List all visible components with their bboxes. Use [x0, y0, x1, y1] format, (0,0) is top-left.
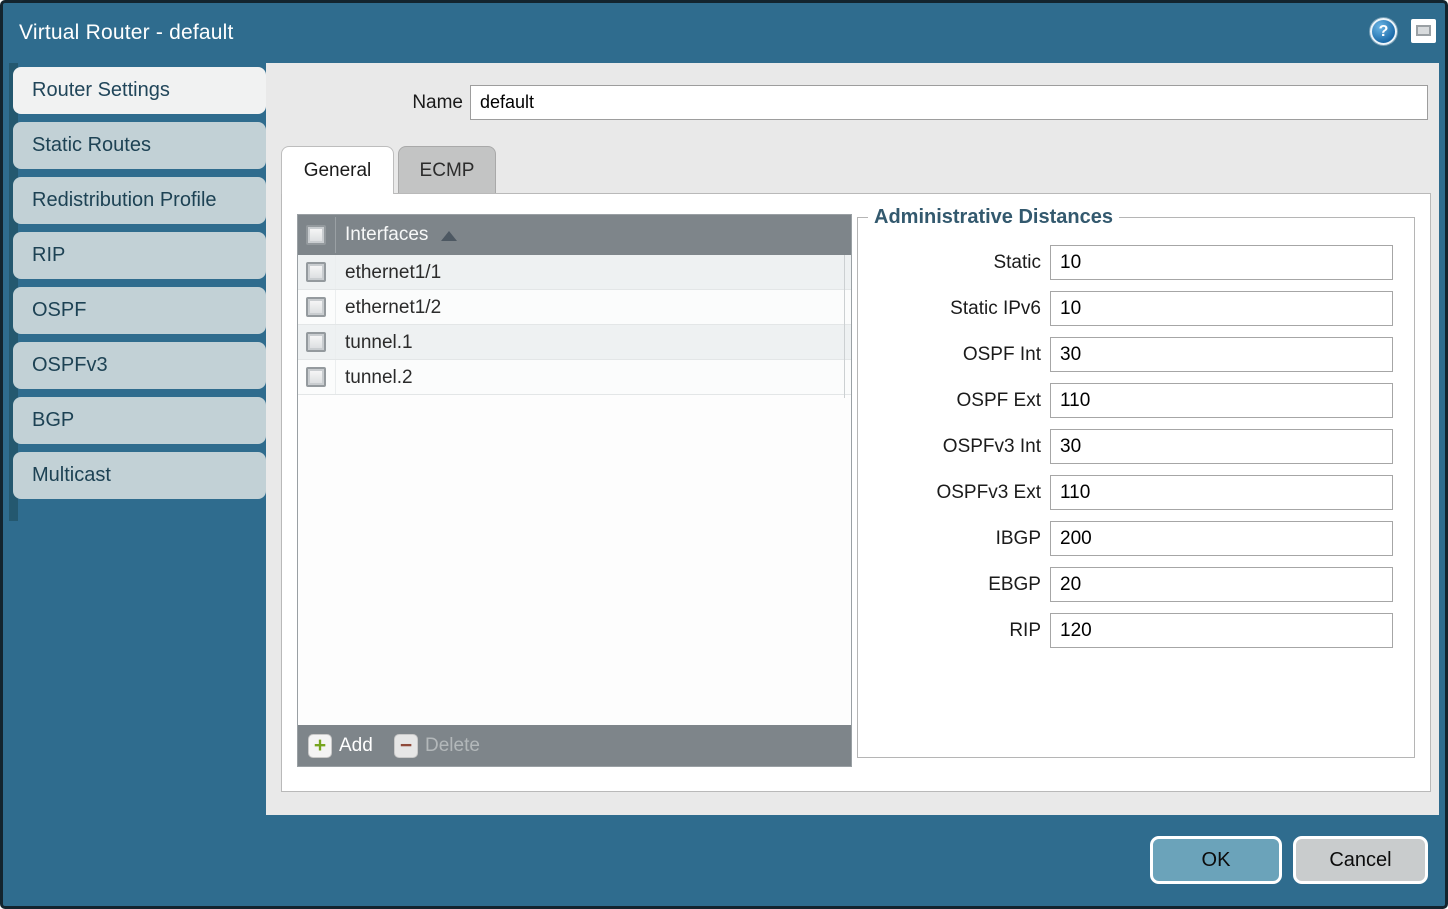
row-checkbox[interactable] — [306, 297, 326, 317]
sidebar-item-label: RIP — [32, 244, 65, 266]
add-button[interactable]: + Add — [308, 725, 373, 766]
tab-general[interactable]: General — [281, 146, 394, 194]
general-tab-panel: Interfaces ethernet1/1 — [281, 193, 1431, 792]
sidebar-item[interactable]: OSPFv3 — [13, 342, 266, 389]
maximize-icon[interactable] — [1411, 19, 1436, 43]
admin-distance-fields: Static Static IPv6 OSPF Int — [858, 245, 1414, 648]
sidebar-item-label: BGP — [32, 409, 74, 431]
tabstrip: General ECMP — [266, 146, 1439, 194]
interfaces-column-header[interactable]: Interfaces — [345, 215, 428, 255]
field-label: Static IPv6 — [858, 298, 1050, 320]
row-divider — [335, 290, 336, 324]
sidebar-item[interactable]: Multicast — [13, 452, 266, 499]
name-label: Name — [266, 86, 463, 120]
field-label: OSPFv3 Int — [858, 436, 1050, 458]
ok-button[interactable]: OK — [1150, 836, 1282, 884]
row-checkbox[interactable] — [306, 332, 326, 352]
sidebar-item-label: Static Routes — [32, 134, 151, 156]
tab-ecmp[interactable]: ECMP — [398, 146, 496, 194]
interfaces-table-body: ethernet1/1 ethernet1/2 tunnel.1 — [298, 255, 851, 395]
sidebar-item-label: Multicast — [32, 464, 111, 486]
field-row: IBGP — [858, 521, 1414, 556]
interfaces-table-header[interactable]: Interfaces — [298, 215, 851, 255]
sidebar-item[interactable]: Router Settings — [13, 67, 266, 114]
name-input[interactable] — [470, 85, 1428, 120]
field-row: EBGP — [858, 567, 1414, 602]
field-label: OSPF Ext — [858, 390, 1050, 412]
sidebar-item[interactable]: OSPF — [13, 287, 266, 334]
maximize-icon-inner — [1416, 25, 1431, 36]
virtual-router-dialog: Virtual Router - default ? Router Settin… — [0, 0, 1448, 909]
add-button-label: Add — [339, 735, 373, 757]
plus-icon: + — [308, 734, 332, 758]
row-checkbox[interactable] — [306, 367, 326, 387]
field-label: EBGP — [858, 574, 1050, 596]
interface-name: tunnel.1 — [345, 325, 413, 360]
administrative-distances-legend: Administrative Distances — [868, 206, 1119, 229]
delete-button[interactable]: − Delete — [394, 725, 480, 766]
field-input[interactable] — [1050, 475, 1393, 510]
header-divider — [335, 217, 336, 253]
sidebar-item[interactable]: RIP — [13, 232, 266, 279]
scrollbar-track[interactable] — [844, 255, 845, 398]
field-input[interactable] — [1050, 521, 1393, 556]
administrative-distances-fieldset: Administrative Distances Static Static I… — [857, 206, 1415, 758]
field-input[interactable] — [1050, 613, 1393, 648]
interface-name: ethernet1/2 — [345, 290, 441, 325]
row-divider — [335, 325, 336, 359]
field-input[interactable] — [1050, 291, 1393, 326]
table-row[interactable]: tunnel.2 — [298, 360, 851, 395]
field-input[interactable] — [1050, 567, 1393, 602]
field-row: OSPF Ext — [858, 383, 1414, 418]
field-label: OSPF Int — [858, 344, 1050, 366]
field-row: OSPFv3 Int — [858, 429, 1414, 464]
sidebar-item-label: Redistribution Profile — [32, 189, 217, 211]
field-label: OSPFv3 Ext — [858, 482, 1050, 504]
row-divider — [335, 255, 336, 289]
sort-ascending-icon[interactable] — [441, 231, 457, 241]
select-all-checkbox[interactable] — [306, 225, 326, 245]
sidebar-item[interactable]: Redistribution Profile — [13, 177, 266, 224]
field-row: Static — [858, 245, 1414, 280]
sidebar: Router Settings Static Routes Redistribu… — [13, 67, 266, 507]
table-row[interactable]: tunnel.1 — [298, 325, 851, 360]
table-row[interactable]: ethernet1/2 — [298, 290, 851, 325]
field-row: OSPFv3 Ext — [858, 475, 1414, 510]
titlebar: Virtual Router - default ? — [3, 3, 1445, 63]
field-row: Static IPv6 — [858, 291, 1414, 326]
interface-name: ethernet1/1 — [345, 255, 441, 290]
delete-button-label: Delete — [425, 735, 480, 757]
sidebar-item-label: OSPFv3 — [32, 354, 108, 376]
interfaces-table: Interfaces ethernet1/1 — [297, 214, 852, 767]
field-input[interactable] — [1050, 245, 1393, 280]
cancel-button[interactable]: Cancel — [1293, 836, 1428, 884]
field-label: Static — [858, 252, 1050, 274]
sidebar-item[interactable]: Static Routes — [13, 122, 266, 169]
row-divider — [335, 360, 336, 394]
field-input[interactable] — [1050, 429, 1393, 464]
field-row: OSPF Int — [858, 337, 1414, 372]
row-checkbox[interactable] — [306, 262, 326, 282]
main-content: Name General ECMP Interfaces — [266, 63, 1439, 815]
minus-icon: − — [394, 734, 418, 758]
interface-name: tunnel.2 — [345, 360, 413, 395]
help-icon[interactable]: ? — [1370, 18, 1397, 45]
field-input[interactable] — [1050, 383, 1393, 418]
field-row: RIP — [858, 613, 1414, 648]
sidebar-item-label: Router Settings — [32, 79, 170, 101]
field-label: RIP — [858, 620, 1050, 642]
sidebar-item-label: OSPF — [32, 299, 86, 321]
dialog-title: Virtual Router - default — [19, 3, 234, 63]
field-label: IBGP — [858, 528, 1050, 550]
table-row[interactable]: ethernet1/1 — [298, 255, 851, 290]
sidebar-item[interactable]: BGP — [13, 397, 266, 444]
field-input[interactable] — [1050, 337, 1393, 372]
table-footer: + Add − Delete — [298, 725, 851, 766]
